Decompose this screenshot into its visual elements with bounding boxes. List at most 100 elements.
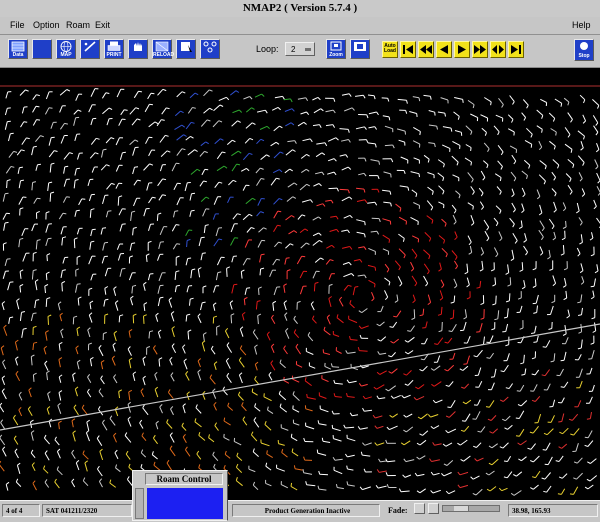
menu-roam[interactable]: Roam xyxy=(66,19,90,32)
wind-barb xyxy=(424,155,429,159)
fade-bright-button[interactable] xyxy=(428,503,439,514)
wind-barb xyxy=(441,98,448,100)
roam-viewport[interactable] xyxy=(147,488,223,519)
wind-barb xyxy=(578,400,581,407)
wind-barb xyxy=(476,489,482,495)
map-button[interactable]: MAP xyxy=(56,39,76,59)
wind-barb xyxy=(0,406,4,412)
wind-barb-tick xyxy=(202,253,205,254)
multi-button[interactable] xyxy=(200,39,220,59)
wind-barb-tick xyxy=(105,314,108,315)
wind-barb-tick xyxy=(374,387,377,389)
wind-barb xyxy=(342,197,350,201)
wind-barb-tick xyxy=(131,296,134,298)
menu-file[interactable]: File xyxy=(10,19,25,32)
draw-button[interactable] xyxy=(80,39,100,59)
wind-barb-tick xyxy=(14,151,17,152)
wind-barb-tick xyxy=(46,331,49,333)
wind-barb xyxy=(387,461,395,462)
data-button[interactable]: Data xyxy=(8,39,28,59)
wind-barb-tick xyxy=(564,268,567,269)
last-frame-button[interactable] xyxy=(508,41,524,58)
wind-barb xyxy=(260,126,267,129)
wind-barb-tick xyxy=(345,454,347,457)
wind-barb xyxy=(551,129,557,133)
wind-barb-tick xyxy=(187,392,190,394)
menu-exit[interactable]: Exit xyxy=(95,19,110,32)
wind-barb xyxy=(158,179,163,186)
fast-forward-button[interactable] xyxy=(472,41,488,58)
blank-button[interactable] xyxy=(32,39,52,59)
pan-button[interactable] xyxy=(128,39,148,59)
wind-barb xyxy=(213,214,215,220)
wind-barb-tick xyxy=(372,299,375,301)
wind-barb xyxy=(88,180,90,186)
wind-barb-tick xyxy=(280,152,283,153)
wind-barb xyxy=(481,427,485,433)
reload-button[interactable]: RELOAD xyxy=(152,39,172,59)
zoom-button[interactable]: Zoom xyxy=(326,39,346,59)
wind-barb-tick xyxy=(110,416,112,419)
wind-barb xyxy=(32,465,35,471)
stop-button[interactable]: Stop xyxy=(574,39,594,61)
wind-barb-tick xyxy=(472,179,474,182)
wind-barb-tick xyxy=(227,343,229,346)
wind-barb-tick xyxy=(318,217,321,219)
wind-barb xyxy=(507,472,512,478)
wind-barb xyxy=(148,274,150,280)
wind-barb-tick xyxy=(364,247,366,250)
wind-barb-tick xyxy=(237,453,238,456)
rock-button[interactable] xyxy=(490,41,506,58)
fade-slider[interactable] xyxy=(442,505,500,512)
menu-option[interactable]: Option xyxy=(33,19,60,32)
wind-barb xyxy=(214,286,216,293)
wind-barb xyxy=(16,359,18,366)
wind-barb-tick xyxy=(168,389,170,392)
wind-barb xyxy=(425,232,431,238)
rewind-button[interactable] xyxy=(418,41,434,58)
wind-barb xyxy=(231,151,238,156)
wind-barb xyxy=(172,346,176,353)
select-button[interactable] xyxy=(176,39,196,59)
fade-slider-thumb[interactable] xyxy=(454,506,469,511)
unzoom-button[interactable] xyxy=(350,39,370,59)
wind-barb-tick xyxy=(461,430,464,431)
roam-scrollbar[interactable] xyxy=(135,488,144,519)
wind-barb xyxy=(149,332,150,339)
wind-barb-tick xyxy=(585,487,588,489)
wind-barb-tick xyxy=(542,129,543,132)
wind-barb-tick xyxy=(477,287,480,288)
wind-barb xyxy=(452,156,458,162)
wind-barb xyxy=(562,444,567,448)
wind-barb-tick xyxy=(492,304,495,305)
loop-select[interactable]: 2 xyxy=(285,42,315,56)
step-back-button[interactable] xyxy=(436,41,452,58)
print-button[interactable]: PRINT xyxy=(104,39,124,59)
wind-barb-tick xyxy=(400,208,401,211)
auto-load-button[interactable]: Auto Load xyxy=(382,41,398,58)
wind-barb-tick xyxy=(416,194,417,197)
frame-counter: 4 of 4 xyxy=(2,504,40,517)
wind-barb-tick xyxy=(486,407,489,408)
wind-barb xyxy=(0,464,4,471)
map-display[interactable] xyxy=(0,68,600,500)
fade-dim-button[interactable] xyxy=(414,503,425,514)
wind-barb xyxy=(219,97,227,100)
step-forward-icon xyxy=(456,44,468,55)
wind-barb xyxy=(537,336,538,342)
wind-barb xyxy=(358,275,365,276)
wind-barb xyxy=(61,136,64,144)
wind-barb xyxy=(191,169,197,174)
step-forward-button[interactable] xyxy=(454,41,470,58)
menu-help[interactable]: Help xyxy=(572,19,591,32)
wind-barb-tick xyxy=(101,376,103,379)
wind-barb xyxy=(535,326,537,333)
wind-barb xyxy=(476,443,481,448)
first-frame-button[interactable] xyxy=(400,41,416,58)
wind-barb xyxy=(434,382,441,387)
wind-barb xyxy=(559,456,563,462)
wind-barb xyxy=(494,248,498,255)
wind-barb xyxy=(333,428,341,430)
wind-barb-tick xyxy=(498,132,500,135)
wind-barb-tick xyxy=(511,259,514,261)
